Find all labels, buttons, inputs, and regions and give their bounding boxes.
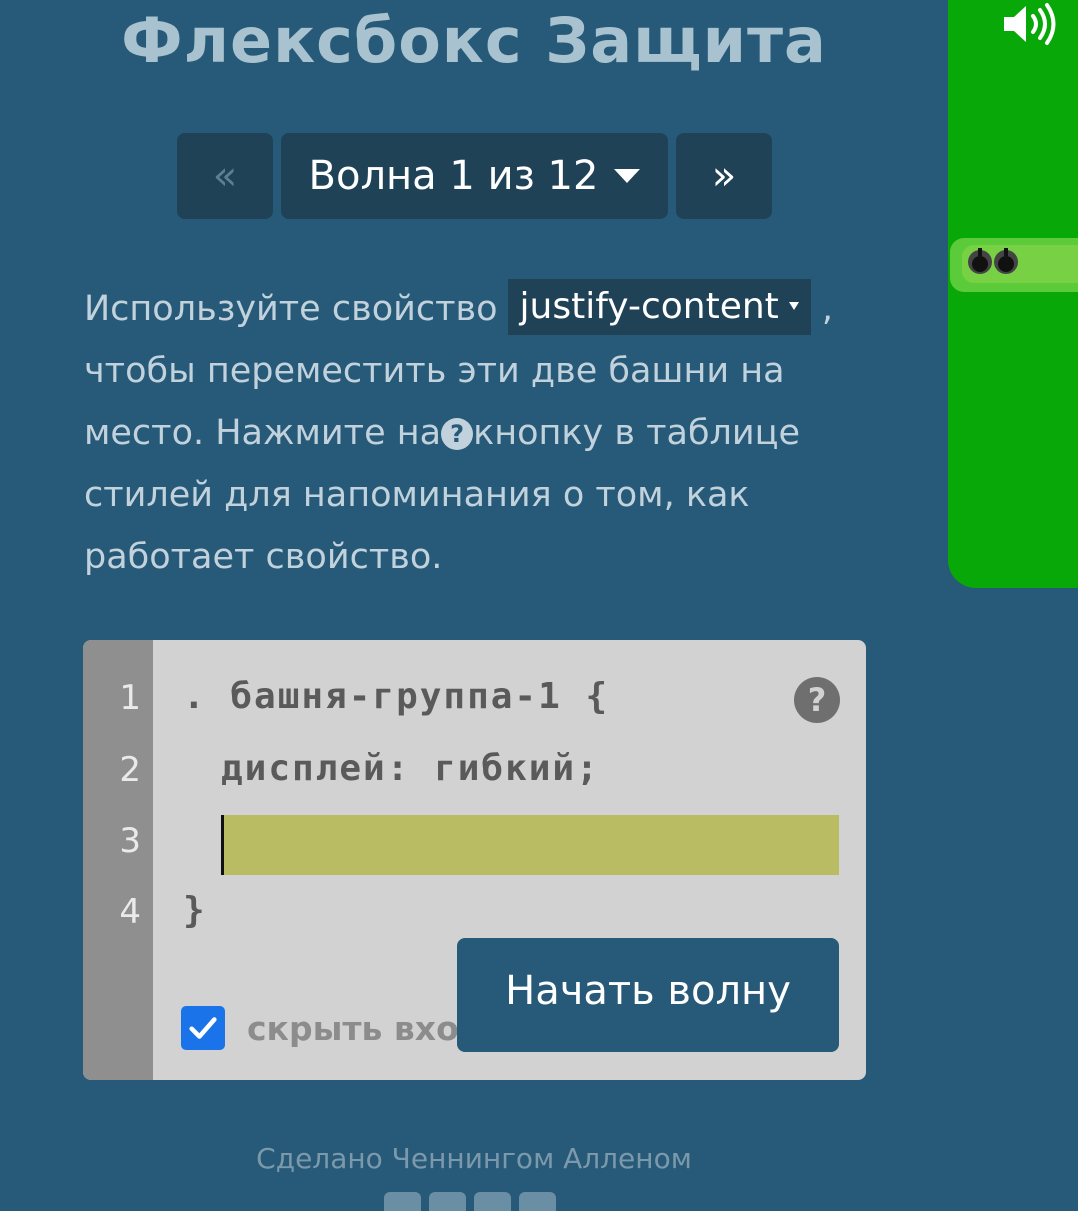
start-wave-label: Начать волну	[505, 968, 791, 1014]
instructions-text-1: Используйте свойство	[84, 289, 498, 329]
help-icon: ?	[441, 418, 474, 450]
hide-input-toggle[interactable]: скрыть вход	[181, 1006, 485, 1050]
checkmark-icon	[189, 1017, 217, 1039]
linkedin-icon[interactable]	[474, 1192, 511, 1211]
start-wave-button[interactable]: Начать волну	[457, 938, 839, 1052]
line-number: 4	[119, 892, 141, 932]
line-number: 1	[119, 678, 141, 718]
next-wave-label: »	[711, 153, 737, 199]
footer-credit: Сделано Ченнингом Алленом	[256, 1142, 692, 1175]
property-name: justify-content	[519, 286, 779, 327]
twitter-icon[interactable]	[429, 1192, 466, 1211]
instructions: Используйте свойство justify-content , чт…	[84, 278, 874, 588]
caret-down-icon	[788, 302, 799, 310]
sound-icon[interactable]	[1000, 2, 1060, 46]
code-selector-line: . башня-группа-1 {	[183, 676, 610, 717]
hide-input-label: скрыть вход	[247, 1008, 486, 1048]
game-board	[948, 0, 1078, 588]
code-closing-brace: }	[183, 890, 207, 931]
code-display-line: дисплей: гибкий;	[221, 748, 600, 789]
wave-selector[interactable]: Волна 1 из 12	[281, 133, 668, 219]
property-dropdown[interactable]: justify-content	[507, 279, 811, 335]
caret-down-icon	[614, 169, 641, 183]
prev-wave-label: «	[212, 153, 238, 199]
line-number: 3	[119, 821, 141, 861]
help-icon[interactable]: ?	[794, 677, 840, 723]
page-title: Флексбокс Защита	[121, 4, 827, 77]
next-wave-button[interactable]: »	[676, 133, 772, 219]
line-number: 2	[119, 750, 141, 790]
line-gutter: 1 2 3 4	[83, 640, 153, 1080]
css-code-input[interactable]	[221, 815, 839, 875]
social-links	[384, 1192, 556, 1211]
wave-selector-label: Волна 1 из 12	[308, 153, 599, 199]
facebook-icon[interactable]	[384, 1192, 421, 1211]
github-icon[interactable]	[519, 1192, 556, 1211]
css-editor: 1 2 3 4 . башня-группа-1 { дисплей: гибк…	[83, 640, 866, 1080]
enemy-icon	[968, 248, 1018, 274]
hide-input-checkbox[interactable]	[181, 1006, 225, 1050]
prev-wave-button[interactable]: «	[177, 133, 273, 219]
